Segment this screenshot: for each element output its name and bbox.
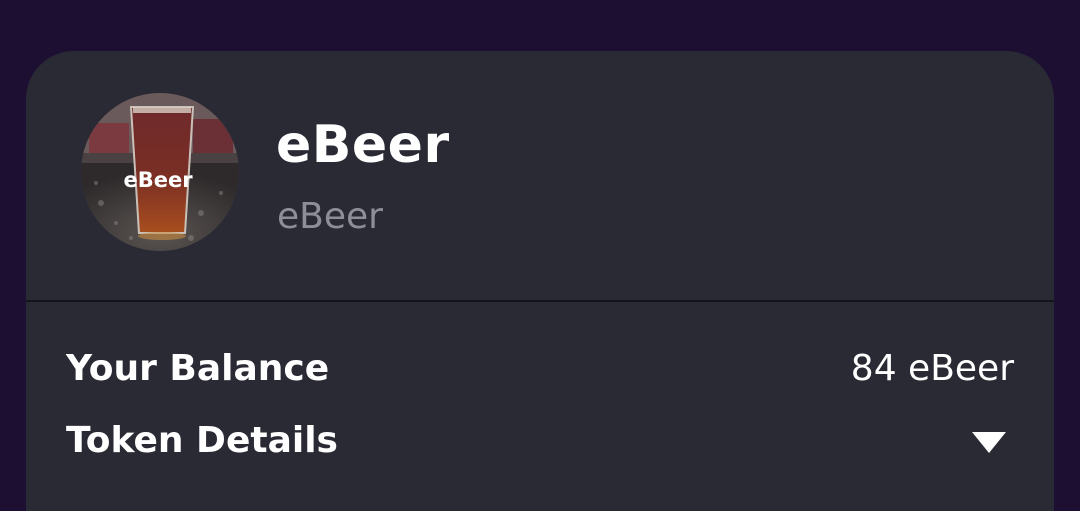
balance-value: 84 eBeer: [850, 348, 1014, 389]
token-header: eBeer eBeer eBeer: [26, 51, 1054, 301]
token-details-label: Token Details: [66, 420, 338, 461]
token-avatar: eBeer: [81, 93, 239, 251]
chevron-down-icon[interactable]: [972, 432, 1006, 453]
balance-row: Your Balance 84 eBeer: [66, 344, 1014, 394]
token-details-toggle[interactable]: Token Details: [66, 416, 1014, 466]
header-divider: [26, 300, 1054, 302]
token-card: eBeer eBeer eBeer Your Balance 84 eBeer …: [26, 51, 1054, 511]
token-name: eBeer: [276, 115, 450, 175]
token-image-label: eBeer: [123, 168, 193, 192]
token-image: eBeer: [81, 93, 239, 251]
token-symbol: eBeer: [277, 196, 383, 237]
balance-label: Your Balance: [66, 348, 330, 389]
